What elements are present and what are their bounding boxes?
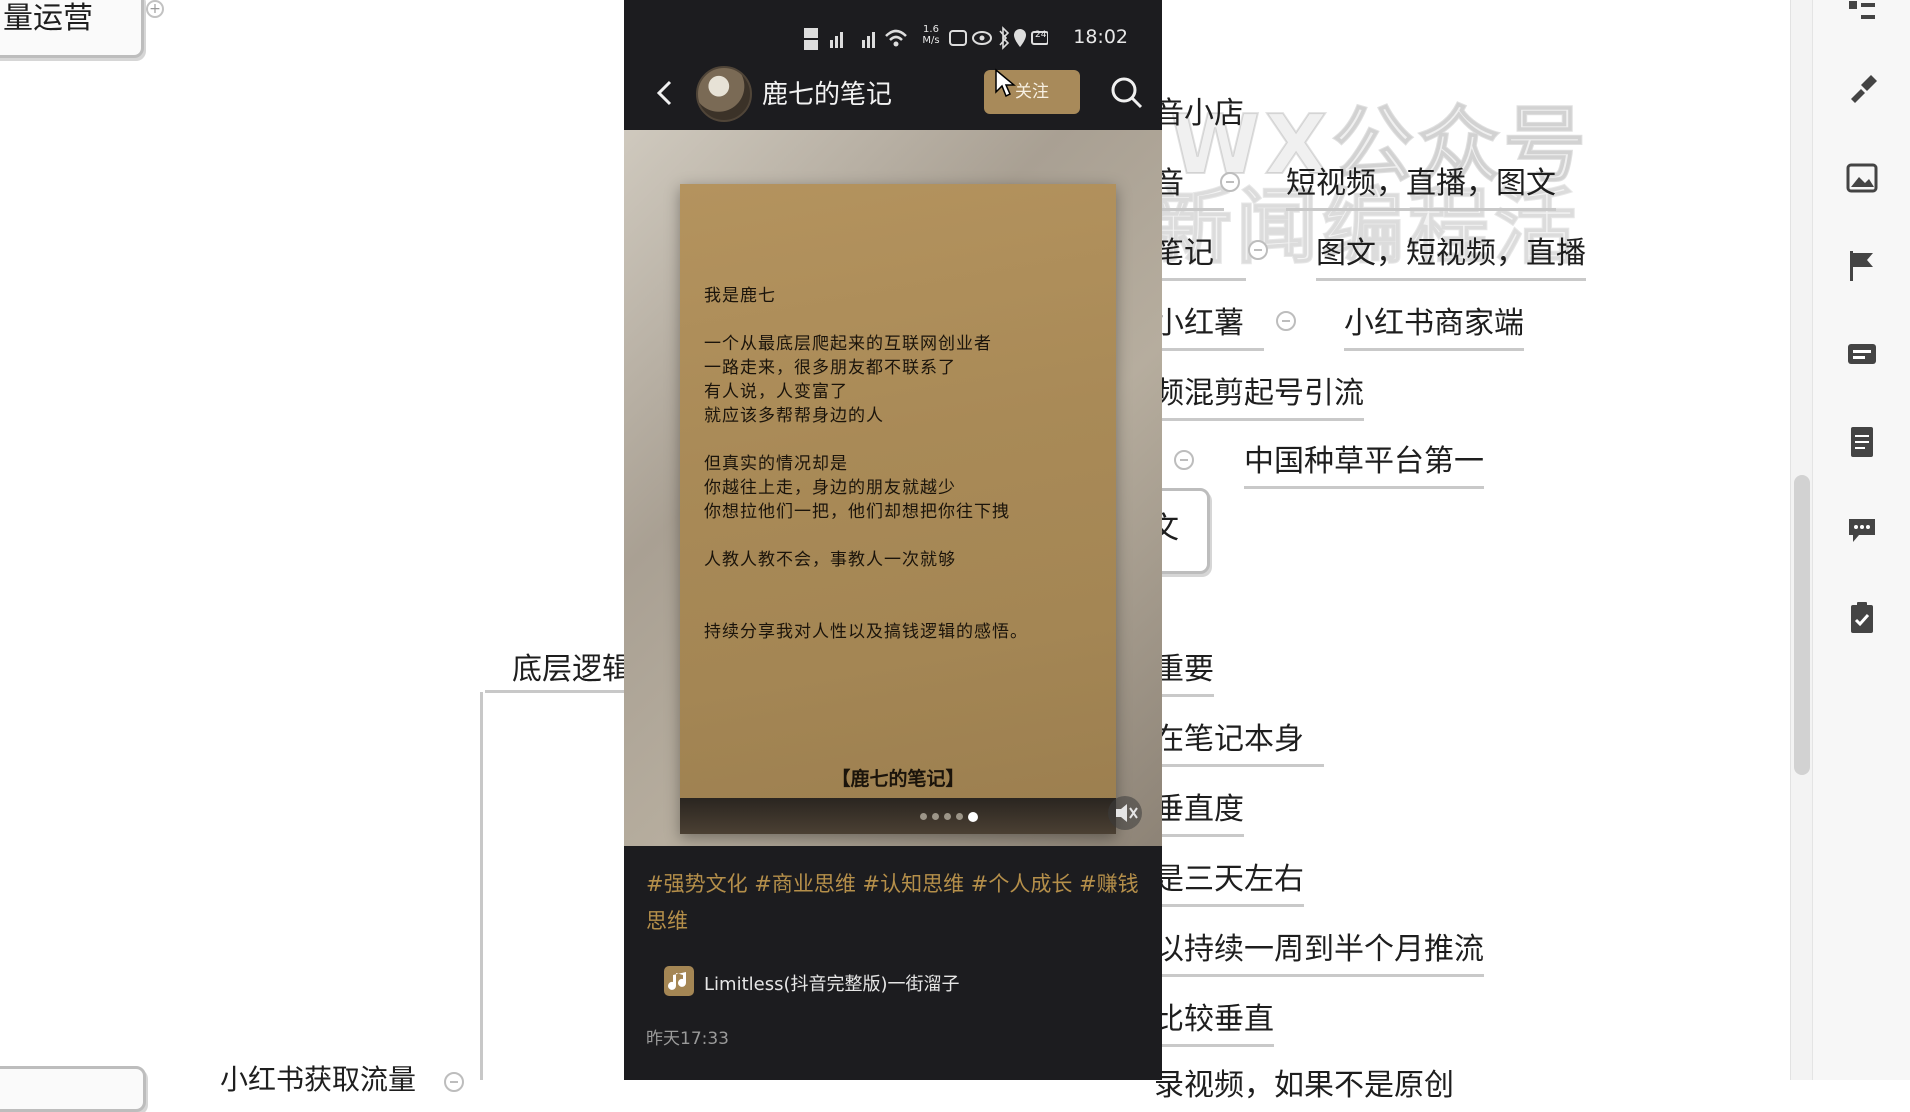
bottom-left-node[interactable] [0,1066,146,1112]
mute-speaker-icon[interactable] [1108,796,1142,830]
music-track-title[interactable]: Limitless(抖音完整版)一街溜子 [704,970,960,996]
paper-line: 你想拉他们一把，他们却想把你往下拽 [704,502,1010,522]
note-image-carousel[interactable]: 我是鹿七 一个从最底层爬起来的互联网创业者 一路走来，很多朋友都不联系了 有人说… [624,130,1162,846]
node-important[interactable]: 重要 [1154,650,1214,697]
comment-icon[interactable] [1844,512,1880,548]
task-clipboard-icon[interactable] [1844,600,1880,636]
carousel-dot-active[interactable] [968,812,978,822]
paper-line: 人教人教不会，事教人一次就够 [704,550,956,570]
scrollbar-thumb[interactable] [1794,475,1810,775]
carousel-dot[interactable] [944,813,951,820]
collapse-toggle-icon[interactable] [444,1072,464,1092]
back-arrow-icon[interactable] [650,76,680,110]
paper-line: 持续分享我对人性以及搞钱逻辑的感悟。 [704,622,1028,642]
branch-node-xiaohongshu-traffic[interactable]: 小红书获取流量 [220,1060,416,1100]
root-node-label: 量运营 [3,1,93,36]
note-top-bar: 鹿七的笔记 关注 [624,58,1162,128]
carousel-dot[interactable] [932,813,939,820]
collapse-toggle-icon[interactable] [1276,311,1296,331]
collapse-toggle-icon[interactable] [1220,172,1240,192]
vertical-scrollbar[interactable] [1790,0,1813,1080]
search-icon[interactable] [1108,72,1144,112]
paper-line: 我是鹿七 [704,286,776,306]
paper-line: 就应该多帮帮身边的人 [704,406,884,426]
paper-line: 一路走来，很多朋友都不联系了 [704,358,956,378]
phone-screen: 1.6 M/s 24 18:02 鹿七的笔记 关注 我是鹿七 一个从最底层爬起来… [624,0,1162,1080]
clock-time: 18:02 [1073,26,1128,48]
node-xiaohongshu[interactable]: 小红薯 [1154,304,1264,351]
paper-line: 你越往上走，身边的朋友就越少 [704,478,956,498]
status-bar: 1.6 M/s 24 18:02 [624,18,1162,58]
node-douyin-shop[interactable]: 音小店 [1154,94,1244,134]
branch-connector [485,690,625,693]
paper-line: 有人说，人变富了 [704,382,848,402]
label-tag-icon[interactable] [1844,336,1880,372]
node-notes[interactable]: 笔记 [1154,234,1246,281]
carousel-dot[interactable] [920,813,927,820]
node-merchant-end[interactable]: 小红书商家端 [1344,304,1524,351]
paper-line: 一个从最底层爬起来的互联网创业者 [704,334,992,354]
node-notes-formats[interactable]: 图文，短视频，直播 [1316,234,1586,281]
collapse-toggle-icon[interactable] [1174,450,1194,470]
node-original-video[interactable]: 录视频，如果不是原创 [1154,1066,1454,1106]
node-seeding-platform[interactable]: 中国种草平台第一 [1244,442,1484,489]
paper-line: 但真实的情况却是 [704,454,848,474]
node-push-duration[interactable]: 以持续一周到半个月推流 [1154,930,1484,977]
node-douyin[interactable]: 音 [1154,164,1224,211]
node-three-days[interactable]: 是三天左右 [1154,860,1304,907]
author-name[interactable]: 鹿七的笔记 [762,74,892,111]
note-document-icon[interactable] [1844,424,1880,460]
signal-icon [804,28,907,50]
author-avatar[interactable] [696,66,752,122]
music-note-icon[interactable] [664,966,694,996]
root-node[interactable]: 量运营 [0,0,144,58]
flag-icon[interactable] [1844,248,1880,284]
node-remix-traffic[interactable]: 频混剪起号引流 [1154,374,1364,421]
image-icon[interactable] [1844,160,1880,196]
node-douyin-formats[interactable]: 短视频，直播，图文 [1286,164,1556,211]
carousel-indicator-strip [680,798,1116,834]
carousel-dot[interactable] [956,813,963,820]
network-speed: 1.6 M/s [922,24,940,46]
right-toolbar [1812,0,1910,1080]
format-brush-icon[interactable] [1844,70,1880,106]
paper-signature: 【鹿七的笔记】 [831,768,965,790]
add-node-icon[interactable]: + [146,0,164,18]
mouse-cursor-icon [995,68,1016,98]
battery-level: 24 [1035,30,1047,40]
node-in-note-itself[interactable]: 在笔记本身 [1154,720,1324,767]
system-icons [949,26,1048,50]
node-verticality[interactable]: 垂直度 [1154,790,1244,837]
hashtag-list[interactable]: #强势文化 #商业思维 #认知思维 #个人成长 #赚钱思维 [646,866,1146,940]
branch-connector-vertical [480,692,483,1080]
post-timestamp: 昨天17:33 [646,1029,729,1049]
outline-icon[interactable] [1844,0,1880,30]
paper-card-image: 我是鹿七 一个从最底层爬起来的互联网创业者 一路走来，很多朋友都不联系了 有人说… [680,184,1116,834]
branch-node-underlying-logic[interactable]: 底层逻辑 [512,650,632,690]
collapse-toggle-icon[interactable] [1248,240,1268,260]
node-fairly-vertical[interactable]: 比较垂直 [1154,1000,1274,1047]
carousel-dots[interactable] [920,812,978,822]
